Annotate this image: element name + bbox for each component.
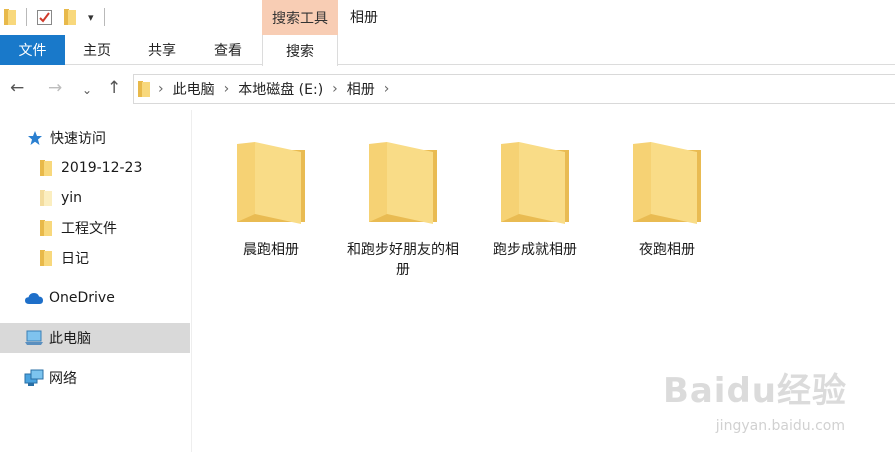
nav-item-pinned-yin[interactable]: yin <box>0 183 190 213</box>
breadcrumb-separator: › <box>158 81 164 97</box>
search-tools-header: 搜索工具 <box>262 0 338 35</box>
folder-icon <box>4 9 16 25</box>
qat-separator <box>26 8 27 26</box>
folder-item[interactable]: 和跑步好朋友的相册 <box>337 132 469 292</box>
folder-item[interactable]: 晨跑相册 <box>205 132 337 292</box>
baidu-watermark-url: jingyan.baidu.com <box>715 418 845 434</box>
breadcrumb-separator[interactable]: › <box>384 81 390 97</box>
navigation-pane: 快速访问 2019-12-23 yin 工程文件 日记 OneDrive 此电脑… <box>0 110 192 452</box>
folder-icon <box>138 81 150 97</box>
tab-share[interactable]: 共享 <box>129 35 195 65</box>
tab-view[interactable]: 查看 <box>195 35 261 65</box>
folder-name: 和跑步好朋友的相册 <box>347 242 459 278</box>
address-row: ← → ⌄ ↑ › 此电脑 › 本地磁盘 (E:) › 相册 › <box>0 66 895 110</box>
nav-item-this-pc[interactable]: 此电脑 <box>0 323 190 353</box>
network-icon <box>24 368 44 388</box>
folder-icon <box>36 218 56 238</box>
quick-access-toolbar: ▾ <box>4 6 109 28</box>
folder-item[interactable]: 夜跑相册 <box>601 132 733 292</box>
tab-search[interactable]: 搜索 <box>262 35 338 66</box>
nav-item-label: 日记 <box>61 251 89 267</box>
breadcrumb-this-pc[interactable]: 此电脑 <box>173 79 215 99</box>
nav-item-pinned-engineering-files[interactable]: 工程文件 <box>0 213 190 243</box>
nav-item-label: 2019-12-23 <box>61 160 143 176</box>
ribbon-tabs: 文件 主页 共享 查看 搜索 <box>0 35 895 66</box>
nav-item-network[interactable]: 网络 <box>0 363 190 393</box>
new-folder-icon[interactable] <box>64 9 76 25</box>
folder-icon <box>36 188 56 208</box>
properties-checkbox-icon[interactable] <box>37 9 52 25</box>
nav-item-label: 此电脑 <box>49 331 91 347</box>
folder-icon <box>36 158 56 178</box>
nav-item-label: OneDrive <box>49 290 115 306</box>
star-icon <box>25 128 45 148</box>
baidu-watermark: Baidu经验 <box>662 371 847 411</box>
title-bar: ▾ 搜索工具 相册 <box>0 0 895 35</box>
up-arrow-icon[interactable]: ↑ <box>107 78 121 98</box>
folder-item[interactable]: 跑步成就相册 <box>469 132 601 292</box>
nav-item-onedrive[interactable]: OneDrive <box>0 283 190 313</box>
customize-dropdown-icon[interactable]: ▾ <box>88 11 94 24</box>
nav-item-pinned-diary[interactable]: 日记 <box>0 243 190 273</box>
nav-item-quick-access[interactable]: 快速访问 <box>0 123 190 153</box>
back-arrow-icon[interactable]: ← <box>10 78 24 98</box>
folder-icon <box>36 248 56 268</box>
folder-icon <box>501 142 569 224</box>
breadcrumb-local-disk[interactable]: 本地磁盘 (E:) <box>238 79 323 99</box>
nav-item-label: yin <box>61 190 83 206</box>
breadcrumb-separator[interactable]: › <box>332 81 338 97</box>
folder-icon <box>633 142 701 224</box>
folder-name: 夜跑相册 <box>639 242 695 258</box>
address-bar[interactable]: › 此电脑 › 本地磁盘 (E:) › 相册 › <box>133 74 895 104</box>
folder-name: 晨跑相册 <box>243 242 299 258</box>
tab-home[interactable]: 主页 <box>65 35 129 65</box>
tab-file[interactable]: 文件 <box>0 35 65 65</box>
folder-icon <box>237 142 305 224</box>
nav-item-pinned-2019-12-23[interactable]: 2019-12-23 <box>0 153 190 183</box>
computer-icon <box>24 328 44 348</box>
folder-icon <box>369 142 437 224</box>
forward-arrow-icon[interactable]: → <box>48 78 62 98</box>
cloud-icon <box>24 288 44 308</box>
breadcrumb-separator[interactable]: › <box>224 81 230 97</box>
recent-locations-chevron-icon[interactable]: ⌄ <box>82 80 92 100</box>
nav-item-label: 工程文件 <box>61 221 117 237</box>
nav-item-label: 快速访问 <box>50 131 106 147</box>
nav-item-label: 网络 <box>49 371 77 387</box>
breadcrumb-album[interactable]: 相册 <box>347 79 375 99</box>
window-title: 相册 <box>350 10 378 26</box>
folder-name: 跑步成就相册 <box>493 242 577 258</box>
qat-separator <box>103 8 105 26</box>
